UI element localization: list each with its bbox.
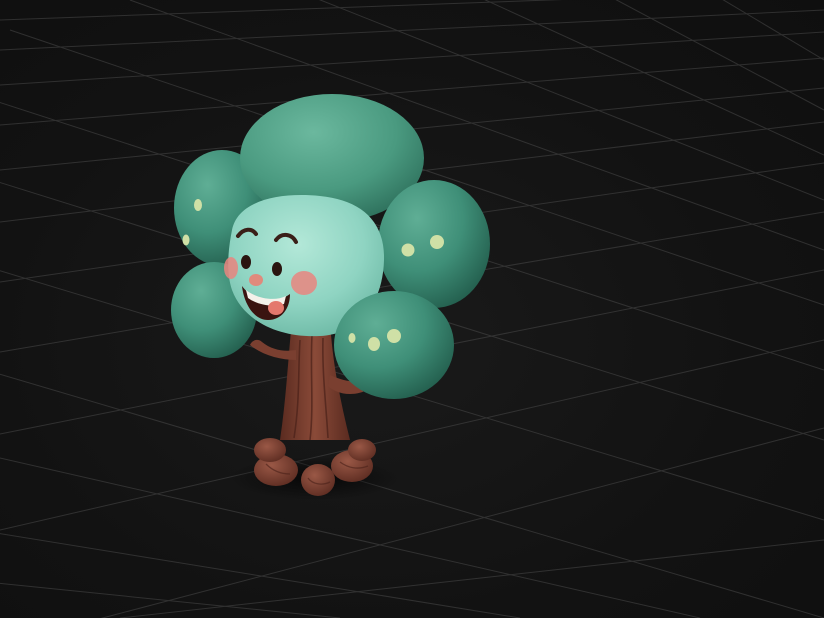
- left-eye: [241, 255, 251, 269]
- foliage-right-lower: [334, 291, 454, 399]
- root-back-right: [348, 439, 376, 461]
- tongue: [268, 301, 284, 315]
- left-branch: [250, 339, 296, 360]
- 3d-viewport[interactable]: [0, 0, 824, 618]
- root-back-left: [254, 438, 286, 462]
- left-cheek: [224, 257, 238, 279]
- tree-character[interactable]: [171, 94, 490, 496]
- right-eye: [272, 262, 282, 276]
- right-cheek: [291, 271, 317, 295]
- nose: [249, 274, 263, 286]
- viewport-canvas: [0, 0, 824, 618]
- root-center: [301, 464, 335, 496]
